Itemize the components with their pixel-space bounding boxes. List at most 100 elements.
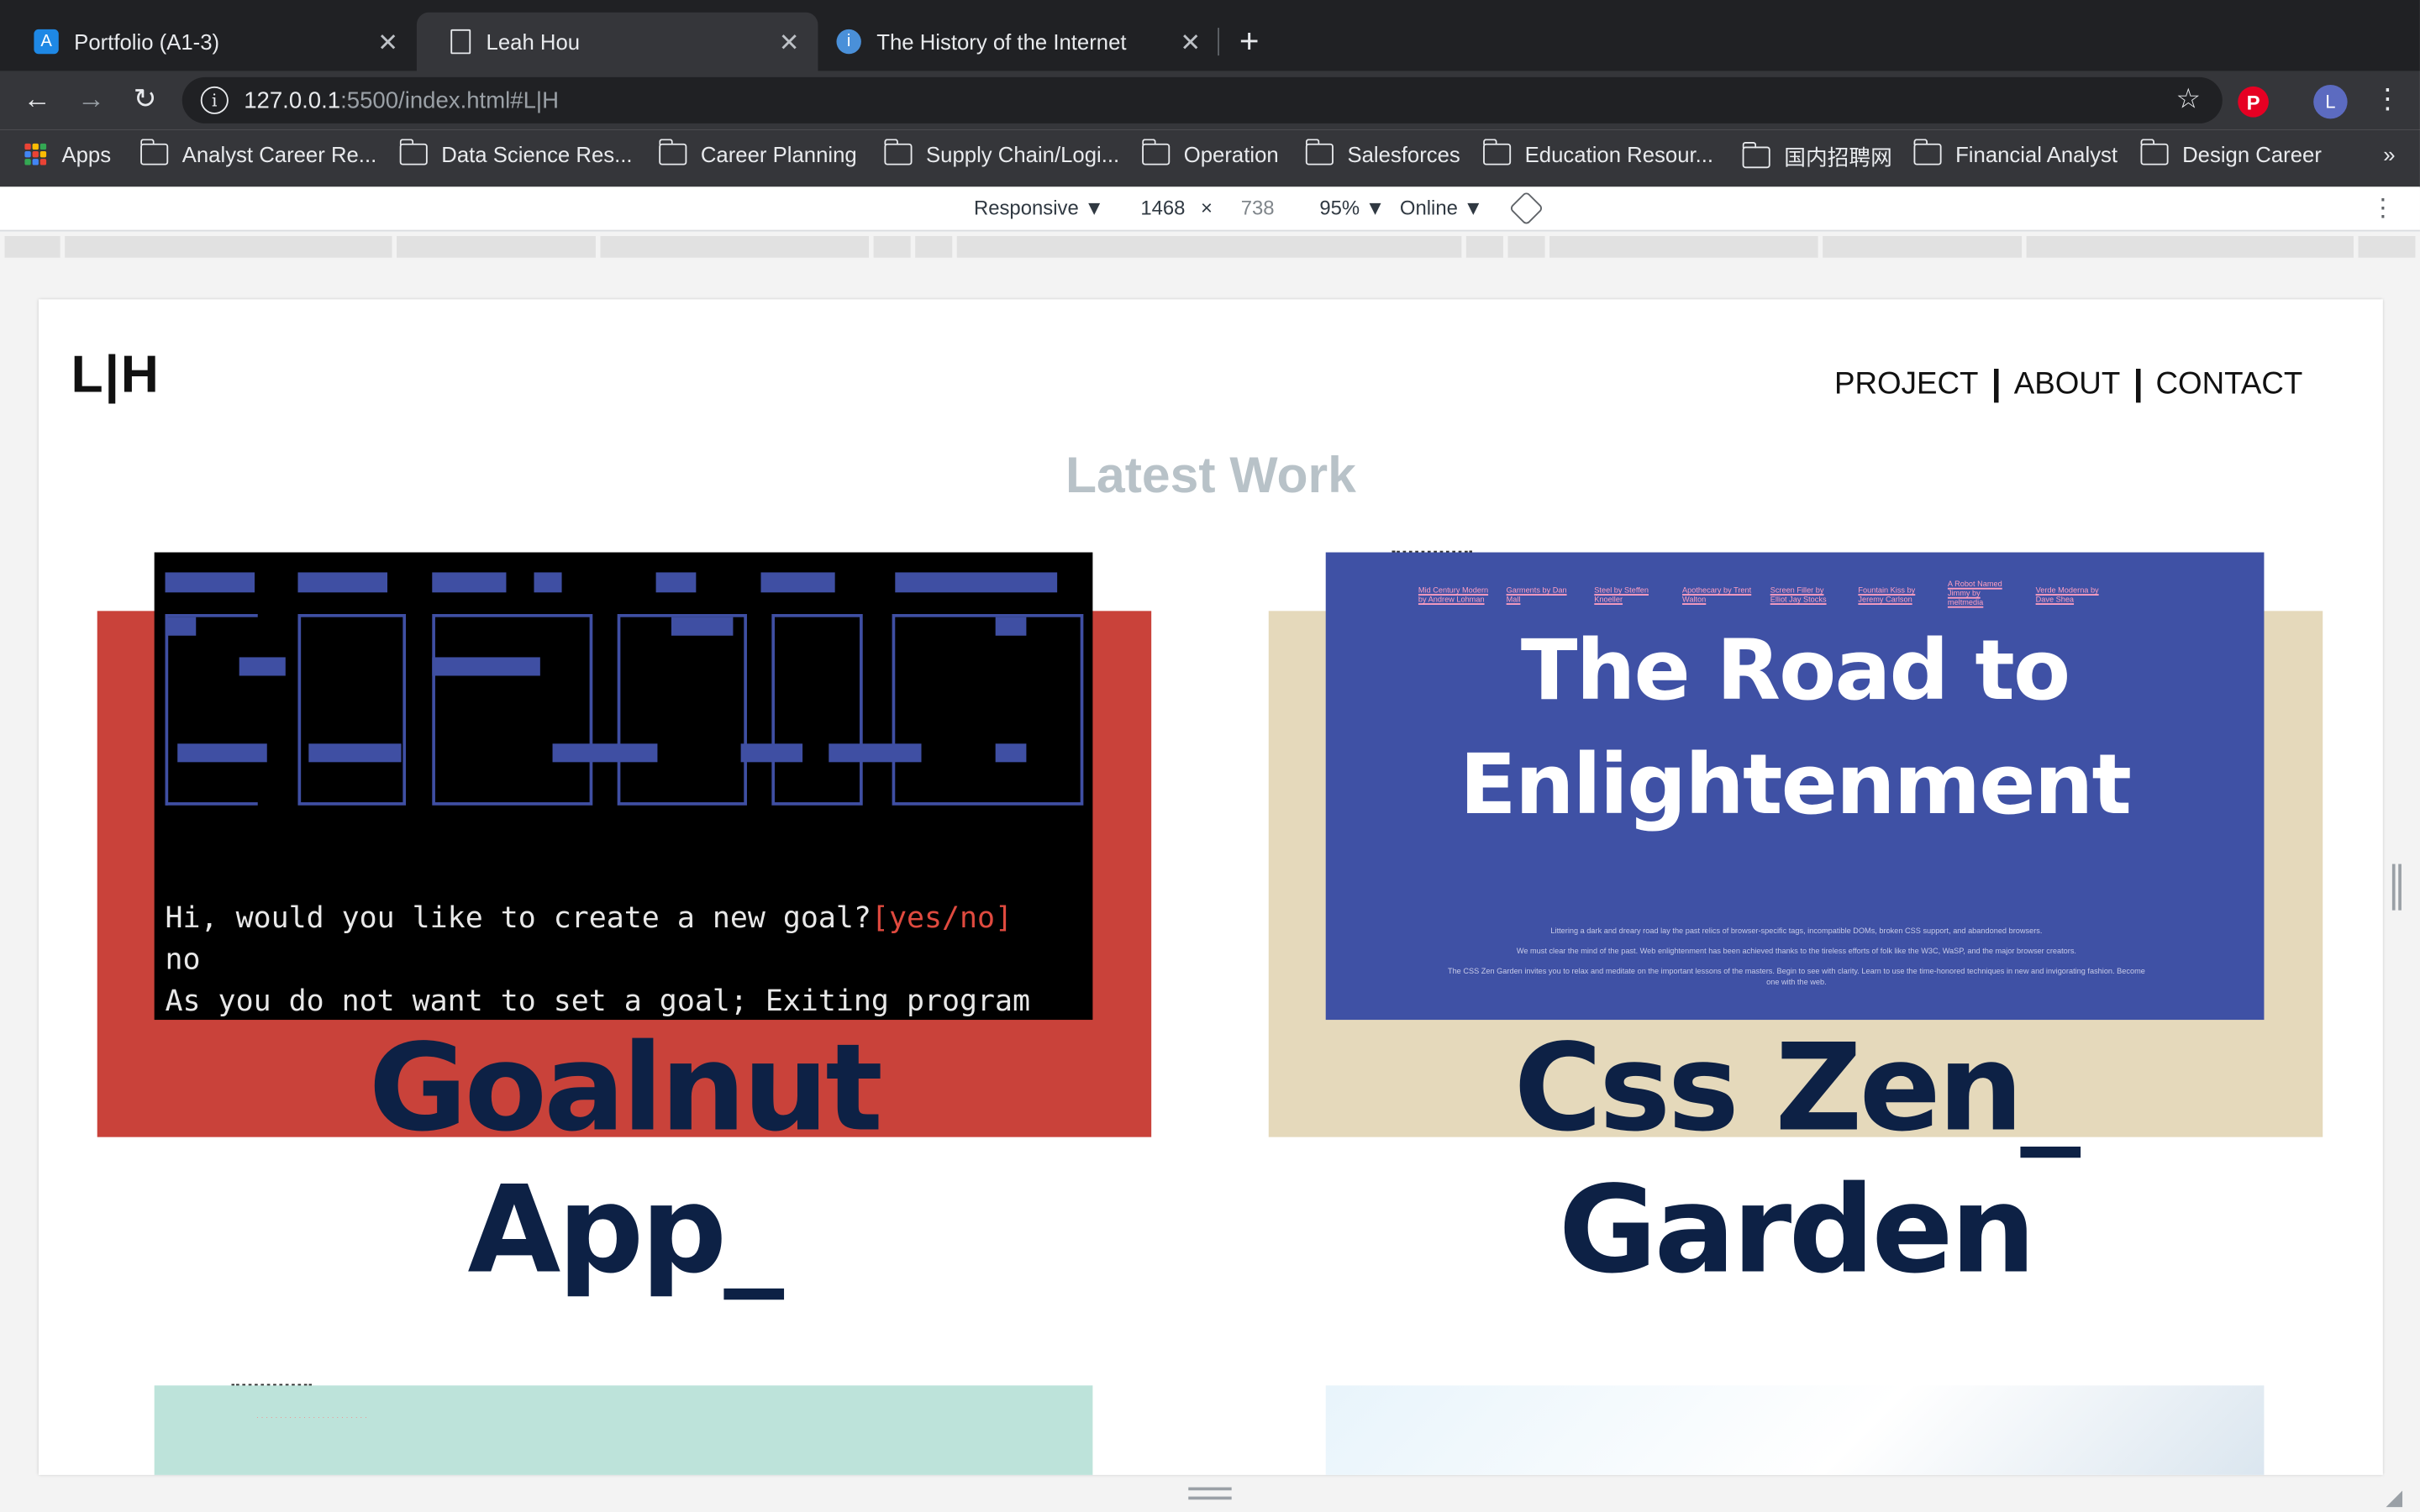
site-nav: PROJECT ABOUT CONTACT [1834, 367, 2302, 402]
reload-icon[interactable]: ↻ [127, 81, 164, 118]
ascii-art-outline [892, 614, 1084, 806]
css-zen-screenshot[interactable]: Mid Century Modern by Andrew Lohman Garm… [1325, 552, 2265, 1021]
zen-design-link[interactable]: Steel by Steffen Knoeller [1594, 586, 1664, 605]
ascii-art-block [165, 617, 197, 636]
folder-icon [1482, 139, 1512, 165]
zen-design-link[interactable]: Garments by Dan Mall [1507, 586, 1576, 605]
project-title-line2[interactable]: Garden [1269, 1160, 2323, 1302]
ruler-segment[interactable] [600, 236, 870, 258]
zen-title: The Road to Enlightenment [1460, 622, 2132, 833]
site-logo[interactable]: L|H [71, 345, 160, 406]
ruler-segment[interactable] [65, 236, 392, 258]
bookmark-folder[interactable]: Data Science Res... [398, 139, 633, 166]
folder-icon [2139, 139, 2169, 165]
ruler-segment[interactable] [1549, 236, 1818, 258]
tab-history-internet[interactable]: i The History of the Internet ✕ [818, 13, 1219, 71]
address-bar[interactable]: i 127.0.0.1:5500/index.html#L|H ☆ [182, 76, 2223, 123]
zen-design-link[interactable]: Fountain Kiss by Jeremy Carlson [1858, 586, 1928, 605]
viewport-height-input[interactable]: 738 [1241, 196, 1275, 219]
project-title-line2[interactable]: App_ [97, 1160, 1151, 1302]
ascii-art-outline [617, 614, 747, 806]
zen-paragraph: The CSS Zen Garden invites you to relax … [1447, 967, 2145, 988]
bookmark-star-icon[interactable]: ☆ [2175, 83, 2201, 116]
new-tab-button[interactable]: + [1239, 22, 1260, 62]
ruler-segment[interactable] [4, 236, 60, 258]
ruler-segment[interactable] [915, 236, 953, 258]
nav-divider [2135, 368, 2141, 402]
ruler-segment[interactable] [1465, 236, 1503, 258]
device-toolbar: Responsive ▼ 1468 × 738 95% ▼ Online ▼ ⋮ [0, 186, 2420, 232]
dimension-separator: × [1200, 196, 1213, 219]
ascii-art-outline [297, 614, 407, 806]
info-icon[interactable]: i [200, 86, 229, 114]
zen-design-link[interactable]: Apothecary by Trent Walton [1682, 586, 1752, 605]
project-title-line1[interactable]: Goalnut [97, 1018, 1151, 1160]
profile-avatar[interactable]: L [2313, 85, 2348, 119]
folder-icon [883, 139, 913, 165]
zen-design-link[interactable]: Verde Moderna by Dave Shea [2036, 586, 2113, 605]
ascii-art-outline [771, 614, 863, 806]
bookmark-folder[interactable]: Design Career [2139, 139, 2322, 166]
bookmark-folder[interactable]: Career Planning [658, 139, 857, 166]
pinterest-extension-icon[interactable]: P [2238, 86, 2269, 118]
bookmark-folder[interactable]: Education Resour... [1482, 139, 1713, 166]
resize-corner-icon[interactable]: ◢ [2386, 1484, 2403, 1510]
folder-icon [139, 139, 169, 165]
nav-contact[interactable]: CONTACT [2156, 367, 2303, 402]
resize-handle-bottom[interactable] [1188, 1487, 1232, 1500]
ruler-segment[interactable] [873, 236, 911, 258]
nav-project[interactable]: PROJECT [1834, 367, 1978, 402]
project-screenshot-4[interactable] [1325, 1385, 2265, 1475]
ascii-art-block [995, 743, 1027, 763]
terminal-exit: As you do not want to set a goal; Exitin… [165, 984, 1031, 1019]
resize-handle-right[interactable] [2391, 864, 2402, 911]
bookmark-folder[interactable]: Supply Chain/Logi... [883, 139, 1119, 166]
project-screenshot-3[interactable]: · · · · · · · · · · · · · · · · · · · · … [154, 1385, 1093, 1475]
bookmark-folder[interactable]: 国内招聘网 [1741, 141, 1892, 173]
goalnut-screenshot[interactable]: Hi, would you like to create a new goal?… [154, 552, 1093, 1021]
back-arrow-icon[interactable]: ← [18, 81, 55, 118]
zen-design-link[interactable]: Mid Century Modern by Andrew Lohman [1418, 586, 1496, 605]
browser-menu-icon[interactable]: ⋮ [2374, 83, 2402, 116]
ascii-art-block [534, 572, 562, 593]
terminal-prompt: Hi, would you like to create a new goal?… [165, 900, 1013, 936]
page-icon [450, 29, 471, 55]
bookmark-apps[interactable]: Apps [24, 142, 111, 166]
ruler-segment[interactable] [397, 236, 596, 258]
zen-design-link[interactable]: Screen Filler by Elliot Jay Stocks [1770, 586, 1840, 605]
close-icon[interactable]: ✕ [1180, 28, 1201, 59]
ruler-segment[interactable] [2026, 236, 2354, 258]
ruler-segment[interactable] [1823, 236, 2023, 258]
close-icon[interactable]: ✕ [377, 28, 398, 59]
apps-grid-icon [24, 143, 47, 165]
rotate-icon[interactable] [1508, 191, 1544, 226]
ruler-segment[interactable] [2358, 236, 2416, 258]
bookmarks-overflow-icon[interactable]: » [2383, 142, 2395, 166]
ruler-segment[interactable] [1507, 236, 1545, 258]
forward-arrow-icon[interactable]: → [72, 81, 109, 118]
throttling-select[interactable]: Online ▼ [1400, 196, 1483, 219]
emulated-viewport: L|H PROJECT ABOUT CONTACT Latest Work Hi… [38, 299, 2383, 1475]
close-icon[interactable]: ✕ [779, 28, 800, 59]
zen-design-link[interactable]: A Robot Named Jimmy by meltmedia [1948, 580, 2018, 608]
link-row: · · · · · · · · · · · · · · · · · · · · … [255, 1413, 367, 1423]
ascii-art-block [671, 617, 734, 636]
ascii-art-block [297, 572, 388, 593]
app-icon: A [34, 29, 59, 55]
device-select[interactable]: Responsive ▼ [974, 196, 1104, 219]
ruler-segment[interactable] [956, 236, 1462, 258]
tab-portfolio[interactable]: A Portfolio (A1-3) ✕ [0, 13, 417, 71]
globe-icon: i [836, 29, 861, 55]
bookmark-folder[interactable]: Salesforces [1304, 139, 1460, 166]
nav-about[interactable]: ABOUT [2014, 367, 2121, 402]
tab-leah-hou[interactable]: Leah Hou ✕ [416, 12, 818, 71]
ascii-art-block [995, 617, 1027, 636]
viewport-width-input[interactable]: 1468 [1140, 196, 1185, 219]
project-title-line1[interactable]: Css Zen_ [1269, 1018, 2323, 1160]
bookmark-folder[interactable]: Operation [1141, 139, 1279, 166]
url-text: 127.0.0.1:5500/index.html#L|H [244, 87, 559, 113]
bookmark-folder[interactable]: Financial Analyst [1912, 139, 2118, 166]
bookmark-folder[interactable]: Analyst Career Re... [139, 139, 376, 166]
device-menu-icon[interactable]: ⋮ [2370, 193, 2395, 224]
zoom-select[interactable]: 95% ▼ [1319, 196, 1385, 219]
